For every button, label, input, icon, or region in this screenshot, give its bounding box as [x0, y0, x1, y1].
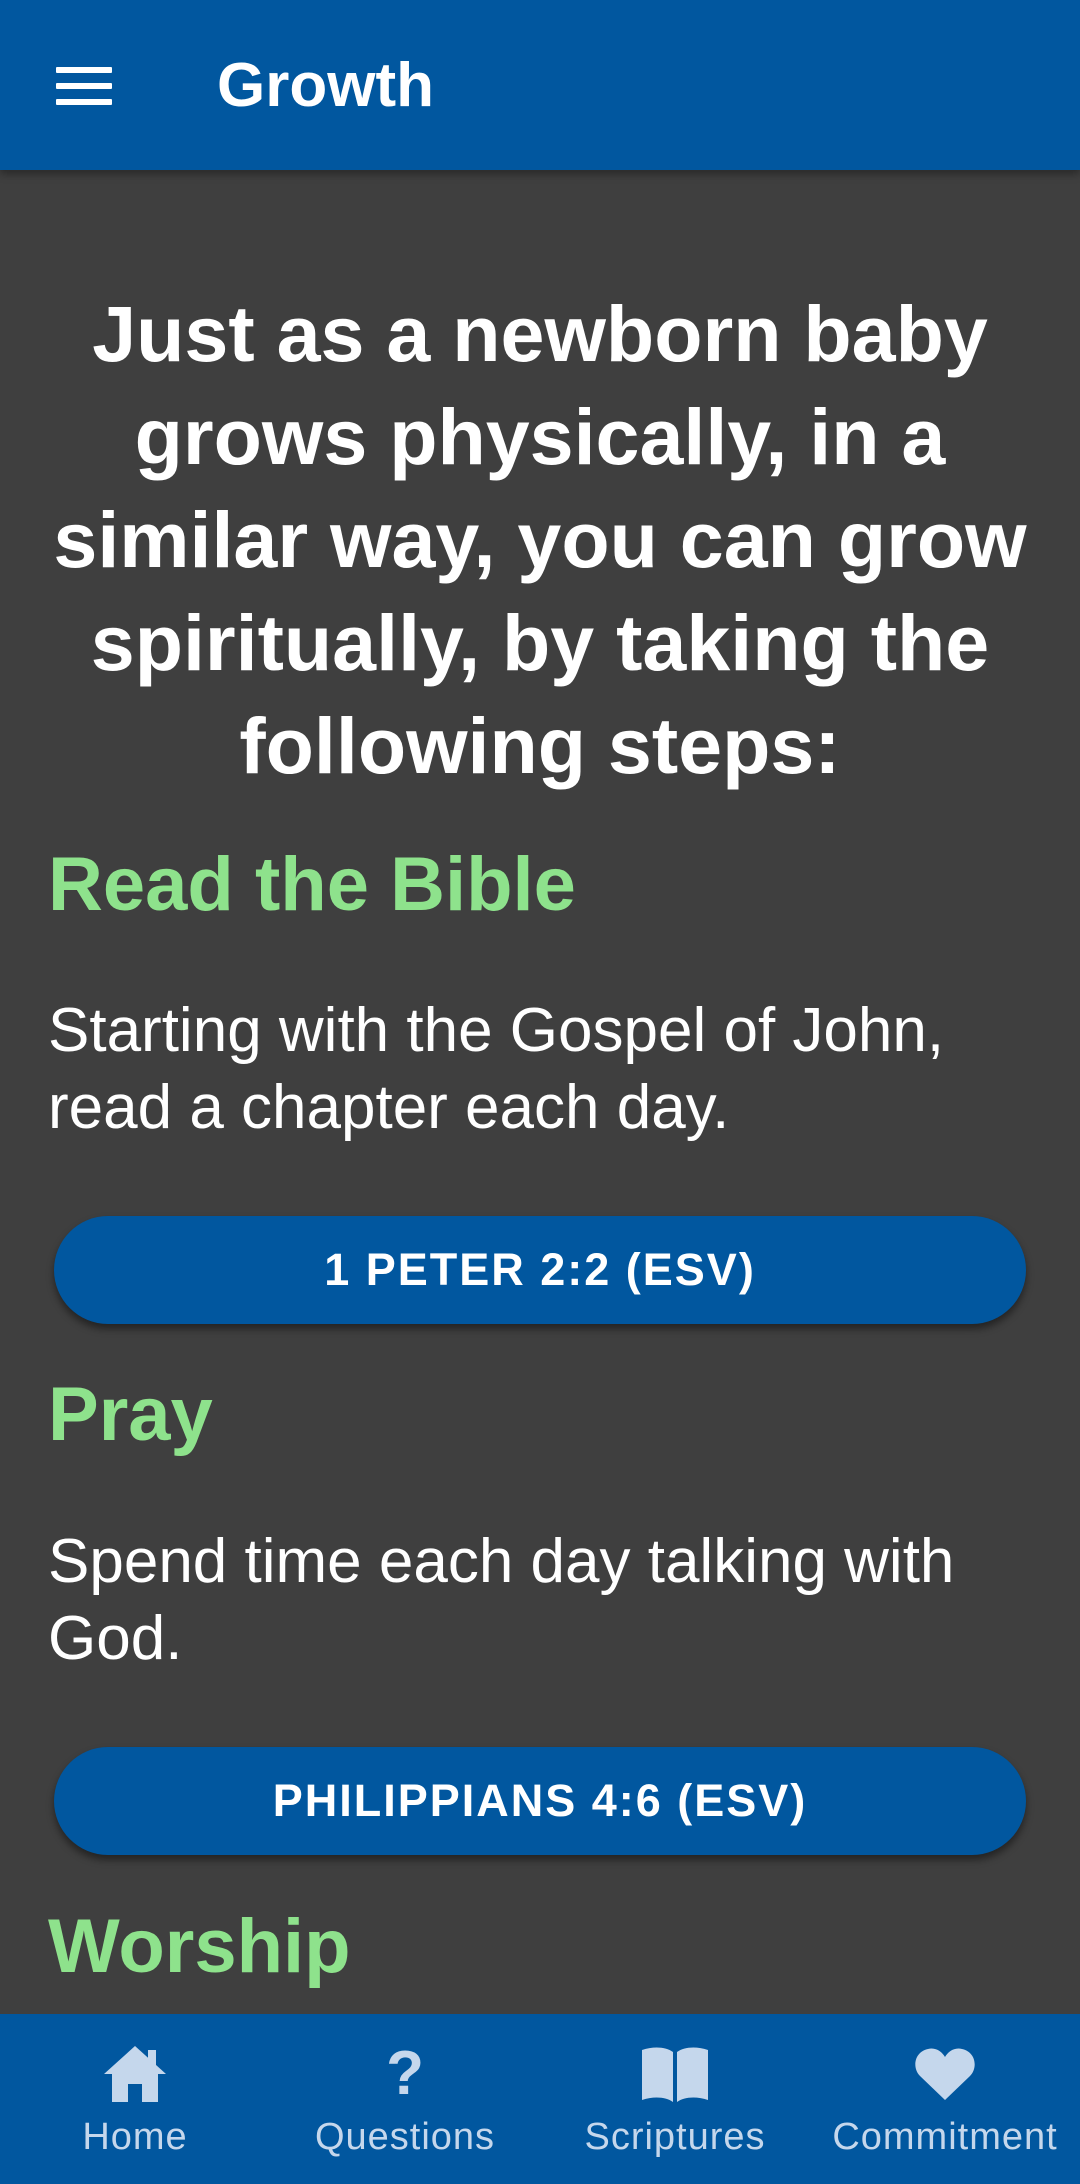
book-icon — [640, 2042, 710, 2106]
nav-label-scriptures: Scriptures — [584, 2116, 766, 2158]
nav-label-home: Home — [82, 2116, 188, 2158]
step-text-pray: Spend time each day talking with God. — [48, 1527, 955, 1673]
nav-item-scriptures[interactable]: Scriptures — [540, 2014, 810, 2184]
step-text-read-bible: Starting with the Gospel of John, read a… — [48, 996, 945, 1142]
scripture-button-philippians[interactable]: PHILIPPIANS 4:6 (ESV) — [54, 1747, 1026, 1855]
question-icon: ? — [386, 2039, 424, 2108]
app-bar: Growth — [0, 0, 1080, 170]
step-heading-pray: Pray — [48, 1372, 213, 1457]
nav-label-questions: Questions — [314, 2116, 496, 2158]
intro-text: Just as a newborn baby grows physically,… — [53, 289, 1027, 790]
step-heading-read-bible: Read the Bible — [48, 842, 576, 927]
nav-label-commitment: Commitment — [832, 2116, 1058, 2158]
nav-item-commitment[interactable]: Commitment — [810, 2014, 1080, 2184]
nav-item-questions[interactable]: ? Questions — [270, 2014, 540, 2184]
bottom-navigation: Home ? Questions Scriptures Commitment — [0, 2014, 1080, 2184]
heart-icon — [910, 2042, 980, 2106]
nav-item-home[interactable]: Home — [0, 2014, 270, 2184]
scripture-button-1-peter[interactable]: 1 PETER 2:2 (ESV) — [54, 1216, 1026, 1324]
hamburger-menu-icon — [56, 67, 112, 73]
step-heading-worship: Worship — [48, 1904, 351, 1989]
page-title: Growth — [217, 51, 434, 120]
menu-button[interactable] — [40, 48, 128, 124]
content-scroll-area[interactable]: Just as a newborn baby grows physically,… — [0, 170, 1080, 2014]
home-icon — [100, 2042, 170, 2106]
